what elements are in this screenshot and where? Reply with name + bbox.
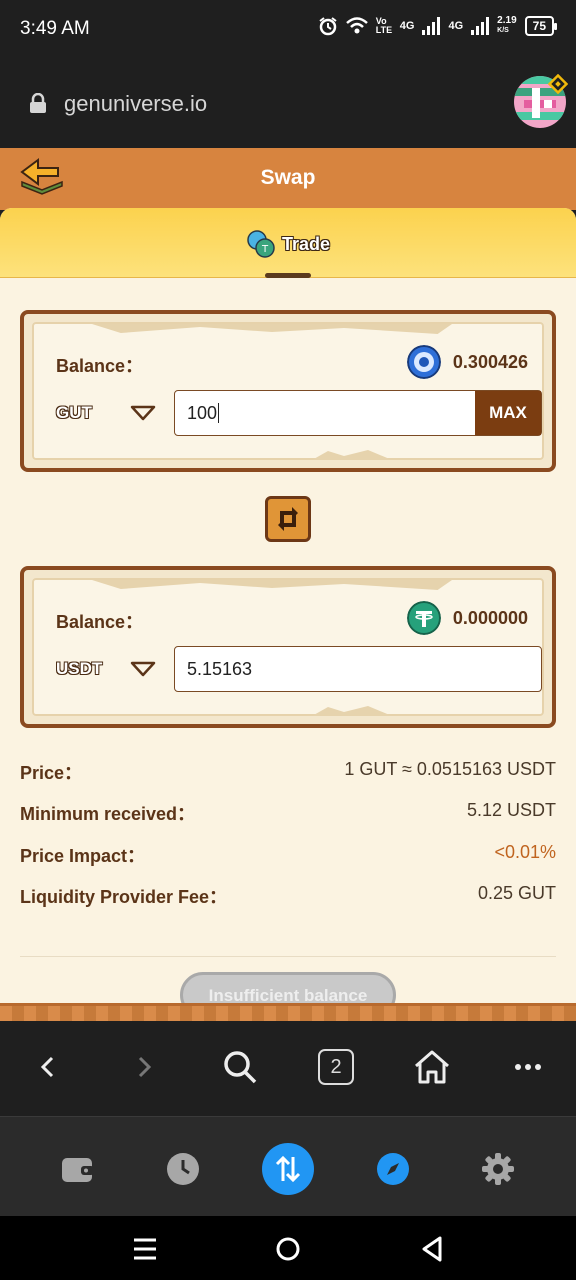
binance-badge-icon	[548, 74, 568, 94]
from-amount-value: 100	[187, 403, 218, 423]
lp-fee-value: 0.25 GUT	[477, 883, 556, 903]
divider	[20, 956, 556, 957]
wallet-icon	[62, 1158, 94, 1182]
lp-fee-label: Liquidity Provider Fee：	[20, 887, 228, 907]
gut-coin-icon	[407, 345, 441, 379]
panel-bottom-edge	[0, 1003, 576, 1021]
app-header: Swap	[0, 148, 576, 210]
from-balance-value: 0.300426	[452, 352, 528, 372]
search-icon	[224, 1051, 257, 1084]
tabs-count: 2	[318, 1049, 354, 1085]
tab-bar: T Trade	[0, 208, 576, 278]
network-type-2: 4G	[448, 20, 464, 32]
wifi-icon	[345, 17, 368, 34]
to-token-dropdown-icon[interactable]	[130, 660, 156, 678]
from-balance-label: Balance：	[56, 356, 144, 376]
status-time: 3:49 AM	[20, 18, 90, 39]
battery-level: 75	[532, 19, 546, 33]
to-amount-input[interactable]: 5.15163	[174, 646, 542, 692]
tab-trade[interactable]: T Trade	[246, 228, 330, 260]
lock-icon	[30, 93, 46, 113]
price-impact-value: <0.01%	[494, 842, 556, 862]
volte-indicator: Vo LTE	[375, 16, 393, 35]
chevron-left-icon	[40, 1056, 54, 1078]
gear-icon	[482, 1153, 514, 1185]
tether-coin-icon	[407, 601, 441, 635]
clock-icon	[167, 1153, 199, 1185]
to-token-symbol[interactable]: USDT	[56, 659, 102, 679]
wallet-nav-bar	[0, 1116, 576, 1216]
trade-icon: T	[247, 230, 275, 258]
net-speed: 2.19 K/S	[497, 16, 516, 36]
to-card-decor-bottom	[312, 706, 392, 716]
to-card-inner: Balance： 0.000000 USDT 5.15163	[32, 578, 544, 716]
recents-icon[interactable]	[130, 1234, 160, 1264]
tab-active-indicator	[265, 273, 311, 278]
to-amount-value: 5.15163	[187, 659, 253, 679]
signal-icon	[422, 17, 441, 35]
settings-tab[interactable]	[472, 1143, 524, 1195]
browser-back-button[interactable]	[26, 1045, 70, 1089]
minimum-received-label: Minimum received：	[20, 804, 196, 824]
to-card-decor-top	[92, 580, 452, 590]
status-icons: Vo LTE 4G 4G 2.19 K/S 75	[318, 16, 558, 36]
swap-tab[interactable]	[262, 1143, 314, 1195]
price-value: 1 GUT ≈ 0.0515163 USDT	[344, 759, 556, 779]
from-card-decor-bottom	[312, 450, 392, 460]
signal-icon-2	[471, 17, 490, 35]
to-token-card: Balance： 0.000000 USDT 5.15163	[20, 566, 556, 728]
net-speed-value: 2.19	[497, 15, 517, 26]
from-card-inner: Balance： 0.300426 GUT 100 MAX	[32, 322, 544, 460]
back-triangle-icon[interactable]	[418, 1234, 448, 1264]
status-bar: 3:49 AM Vo LTE 4G 4G 2.19 K/S 75	[0, 0, 576, 58]
from-amount-input[interactable]: 100 MAX	[174, 390, 542, 436]
from-token-symbol[interactable]: GUT	[56, 403, 92, 423]
page-title: Swap	[260, 166, 316, 189]
to-balance-value: 0.000000	[452, 608, 528, 628]
browser-forward-button[interactable]	[122, 1045, 166, 1089]
price-impact-label: Price Impact：	[20, 846, 146, 866]
network-type-1: 4G	[399, 20, 415, 32]
price-label: Price：	[20, 763, 83, 783]
browser-search-button[interactable]	[218, 1045, 262, 1089]
discover-tab[interactable]	[367, 1143, 419, 1195]
browser-menu-button[interactable]	[506, 1045, 550, 1089]
more-dots-icon	[515, 1064, 541, 1070]
svg-text:T: T	[261, 244, 269, 255]
browser-home-button[interactable]	[410, 1045, 454, 1089]
net-speed-unit: K/S	[497, 27, 509, 34]
from-token-card: Balance： 0.300426 GUT 100 MAX	[20, 310, 556, 472]
wallet-tab[interactable]	[52, 1143, 104, 1195]
browser-nav-bar: 2	[0, 1021, 576, 1116]
swap-direction-button[interactable]	[265, 496, 311, 542]
transfer-arrows-icon	[275, 1155, 301, 1183]
from-card-decor-top	[92, 324, 452, 334]
url-text[interactable]: genuniverse.io	[64, 91, 207, 117]
system-nav-bar	[0, 1216, 576, 1280]
home-circle-icon[interactable]	[273, 1234, 303, 1264]
minimum-received-value: 5.12 USDT	[466, 800, 556, 820]
history-tab[interactable]	[157, 1143, 209, 1195]
swap-arrows-icon	[278, 507, 298, 531]
chevron-right-icon	[138, 1056, 152, 1078]
to-balance-label: Balance：	[56, 612, 144, 632]
browser-tabs-button[interactable]: 2	[314, 1045, 358, 1089]
home-icon	[415, 1050, 449, 1084]
battery-icon: 75	[524, 16, 558, 36]
alarm-icon	[319, 17, 337, 36]
text-cursor	[218, 403, 220, 423]
tab-trade-label: Trade	[282, 233, 331, 254]
compass-icon	[377, 1153, 409, 1185]
browser-url-bar[interactable]: genuniverse.io	[0, 58, 576, 148]
max-button[interactable]: MAX	[475, 391, 541, 435]
from-token-dropdown-icon[interactable]	[130, 404, 156, 422]
